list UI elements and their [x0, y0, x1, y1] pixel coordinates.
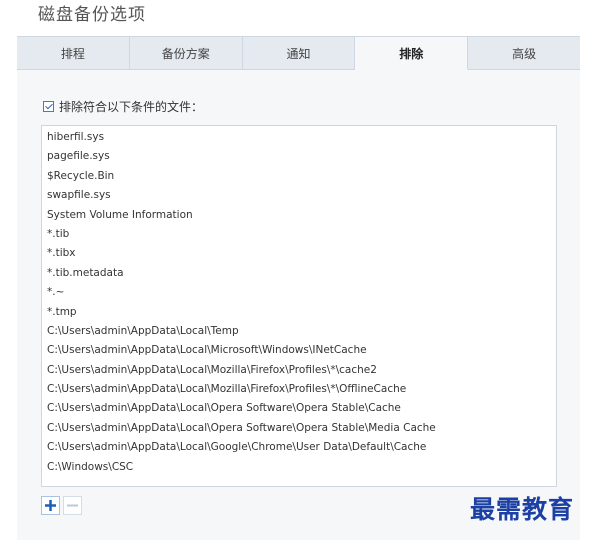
list-item[interactable]: C:\Users\admin\AppData\Local\Temp — [42, 322, 556, 341]
list-item[interactable]: pagefile.sys — [42, 147, 556, 166]
tab-exclude[interactable]: 排除 — [355, 37, 469, 70]
list-action-buttons — [41, 496, 82, 515]
plus-icon — [45, 500, 56, 511]
exclusion-list[interactable]: hiberfil.sys pagefile.sys $Recycle.Bin s… — [41, 125, 557, 487]
exclude-checkbox-label: 排除符合以下条件的文件： — [59, 100, 204, 114]
list-item[interactable]: *.tib — [42, 225, 556, 244]
list-item[interactable]: C:\Users\admin\AppData\Local\Google\Chro… — [42, 438, 556, 457]
window-title: 磁盘备份选项 — [38, 5, 146, 25]
list-item[interactable]: C:\Users\admin\AppData\Local\Mozilla\Fir… — [42, 380, 556, 399]
exclude-checkbox[interactable] — [43, 101, 54, 112]
tab-backup-scheme[interactable]: 备份方案 — [130, 37, 243, 69]
exclude-panel: 排除符合以下条件的文件： hiberfil.sys pagefile.sys $… — [17, 70, 580, 540]
list-item[interactable]: *.tmp — [42, 303, 556, 322]
watermark-text: 最需教育 — [470, 495, 575, 524]
list-item[interactable]: C:\Windows\CSC — [42, 458, 556, 477]
minus-icon — [67, 504, 78, 507]
list-item[interactable]: C:\Users\admin\AppData\Local\Opera Softw… — [42, 419, 556, 438]
exclude-checkbox-row[interactable]: 排除符合以下条件的文件： — [43, 98, 203, 115]
tab-bar: 排程 备份方案 通知 排除 高级 — [17, 36, 580, 70]
tab-advanced[interactable]: 高级 — [468, 37, 580, 69]
list-item[interactable]: C:\Users\admin\AppData\Local\Mozilla\Fir… — [42, 361, 556, 380]
list-item[interactable]: *.tib.metadata — [42, 264, 556, 283]
tab-schedule[interactable]: 排程 — [17, 37, 130, 69]
list-item[interactable]: hiberfil.sys — [42, 128, 556, 147]
list-item[interactable]: *.tibx — [42, 244, 556, 263]
list-item[interactable]: $Recycle.Bin — [42, 167, 556, 186]
add-exclusion-button[interactable] — [41, 496, 60, 515]
list-item[interactable]: *.~ — [42, 283, 556, 302]
list-item[interactable]: swapfile.sys — [42, 186, 556, 205]
list-item[interactable]: C:\Users\admin\AppData\Local\Opera Softw… — [42, 399, 556, 418]
tab-notification[interactable]: 通知 — [243, 37, 356, 69]
list-item[interactable]: System Volume Information — [42, 206, 556, 225]
remove-exclusion-button[interactable] — [63, 496, 82, 515]
list-item[interactable]: C:\Users\admin\AppData\Local\Microsoft\W… — [42, 341, 556, 360]
